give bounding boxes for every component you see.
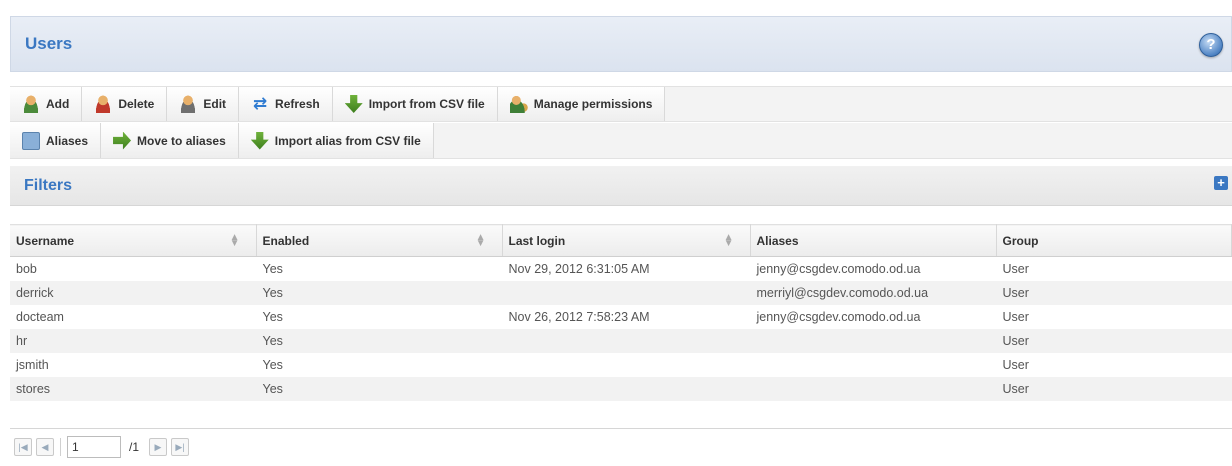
user-edit-icon	[179, 95, 198, 113]
column-header-enabled[interactable]: Enabled ▲ ▼	[256, 224, 503, 257]
refresh-button[interactable]: ⇄ Refresh	[239, 87, 333, 121]
import-csv-button[interactable]: Import from CSV file	[332, 87, 498, 121]
column-header-aliases[interactable]: Aliases	[750, 224, 997, 257]
page-title: Users	[25, 34, 73, 53]
refresh-icon: ⇄	[252, 94, 268, 113]
aliases-icon	[22, 131, 40, 150]
column-header-label: Group	[1002, 233, 1039, 248]
cell-aliases	[750, 353, 996, 377]
previous-page-button[interactable]: ◀	[36, 437, 54, 456]
user-delete-icon	[94, 95, 113, 113]
cell-enabled: Yes	[262, 261, 283, 276]
cell-last-login	[502, 280, 750, 305]
refresh-label: Refresh	[275, 97, 320, 111]
cell-last-login: Nov 29, 2012 6:31:05 AM	[508, 261, 650, 276]
cell-last-login: Nov 26, 2012 7:58:23 AM	[508, 309, 650, 324]
import-icon	[250, 131, 269, 150]
table-row[interactable]: stores Yes User	[10, 376, 1232, 401]
aliases-button[interactable]: Aliases	[10, 123, 102, 158]
move-icon	[113, 131, 132, 150]
cell-aliases: merriyl@csgdev.comodo.od.ua	[750, 280, 996, 305]
table-row[interactable]: jsmith Yes User	[10, 353, 1232, 377]
column-header-label: Aliases	[756, 233, 799, 248]
pager-divider	[60, 437, 61, 456]
toolbar-row-2: Aliases Move to aliases Import alias fro…	[10, 123, 1232, 159]
add-label: Add	[46, 97, 70, 111]
table-row[interactable]: derrick Yes merriyl@csgdev.comodo.od.ua …	[10, 280, 1232, 305]
cell-username: hr	[10, 328, 256, 353]
sort-icon[interactable]: ▲ ▼	[230, 233, 240, 249]
column-header-label: Last login	[508, 233, 566, 248]
column-header-group[interactable]: Group	[996, 224, 1232, 257]
cell-aliases: jenny@csgdev.comodo.od.ua	[756, 309, 921, 324]
table-row[interactable]: hr Yes User	[10, 328, 1232, 353]
cell-enabled: Yes	[256, 280, 502, 305]
column-header-last-login[interactable]: Last login ▲ ▼	[502, 224, 751, 257]
table-header-row: Username ▲ ▼ Enabled ▲ ▼ Last login ▲ ▼ Ali…	[10, 224, 1232, 257]
move-to-aliases-label: Move to aliases	[137, 133, 226, 148]
table-row[interactable]: bob Yes Nov 29, 2012 6:31:05 AM jenny@cs…	[10, 257, 1232, 281]
add-button[interactable]: Add	[10, 87, 83, 121]
cell-username: docteam	[16, 309, 64, 324]
expand-plus-icon[interactable]: +	[1214, 176, 1228, 190]
cell-enabled: Yes	[256, 328, 502, 353]
cell-last-login	[502, 376, 750, 401]
cell-enabled: Yes	[256, 376, 502, 401]
next-page-button[interactable]: ▶	[149, 437, 168, 456]
cell-group: User	[1002, 261, 1029, 276]
filters-label: Filters	[24, 177, 73, 194]
page-number-input[interactable]	[67, 435, 121, 458]
pagination-bar: |◀ ◀ /1 ▶ ▶|	[10, 428, 1232, 464]
cell-last-login	[502, 353, 750, 377]
user-add-icon	[22, 95, 40, 113]
cell-group: User	[996, 280, 1232, 305]
import-icon	[344, 95, 363, 113]
import-csv-label: Import from CSV file	[368, 97, 485, 111]
import-alias-csv-label: Import alias from CSV file	[274, 133, 421, 148]
column-header-label: Username	[16, 233, 75, 248]
cell-last-login	[502, 328, 750, 353]
cell-username: jsmith	[16, 357, 49, 372]
filters-bar[interactable]: Filters +	[10, 166, 1232, 206]
import-alias-csv-button[interactable]: Import alias from CSV file	[238, 123, 434, 158]
manage-permissions-button[interactable]: Manage permissions	[497, 87, 666, 121]
cell-group: User	[1002, 309, 1029, 324]
delete-button[interactable]: Delete	[82, 87, 168, 121]
cell-aliases: jenny@csgdev.comodo.od.ua	[756, 261, 921, 276]
aliases-label: Aliases	[46, 133, 89, 148]
move-to-aliases-button[interactable]: Move to aliases	[101, 123, 239, 158]
permissions-icon	[509, 95, 528, 113]
cell-username: derrick	[10, 280, 256, 305]
first-page-button[interactable]: |◀	[14, 437, 32, 456]
cell-aliases	[750, 376, 996, 401]
cell-group: User	[1002, 357, 1029, 372]
cell-username: stores	[10, 376, 256, 401]
column-header-username[interactable]: Username ▲ ▼	[10, 224, 257, 257]
toolbar-row-1: Add Delete Edit ⇄ Refresh Import from CS…	[10, 86, 1232, 122]
cell-enabled: Yes	[262, 309, 283, 324]
users-table: Username ▲ ▼ Enabled ▲ ▼ Last login ▲ ▼ Ali…	[10, 224, 1232, 401]
column-header-label: Enabled	[262, 233, 310, 248]
cell-enabled: Yes	[262, 357, 283, 372]
manage-permissions-label: Manage permissions	[533, 97, 653, 111]
users-panel-header: Users ?	[10, 16, 1232, 72]
delete-label: Delete	[118, 97, 155, 111]
cell-group: User	[996, 328, 1232, 353]
help-icon[interactable]: ?	[1199, 33, 1223, 57]
last-page-button[interactable]: ▶|	[171, 437, 190, 456]
edit-label: Edit	[203, 97, 227, 111]
cell-aliases	[750, 328, 996, 353]
cell-username: bob	[16, 261, 37, 276]
table-row[interactable]: docteam Yes Nov 26, 2012 7:58:23 AM jenn…	[10, 305, 1232, 329]
edit-button[interactable]: Edit	[167, 87, 240, 121]
sort-icon[interactable]: ▲ ▼	[724, 233, 734, 249]
page-total: /1	[129, 439, 140, 454]
cell-group: User	[996, 376, 1232, 401]
sort-icon[interactable]: ▲ ▼	[476, 233, 486, 249]
